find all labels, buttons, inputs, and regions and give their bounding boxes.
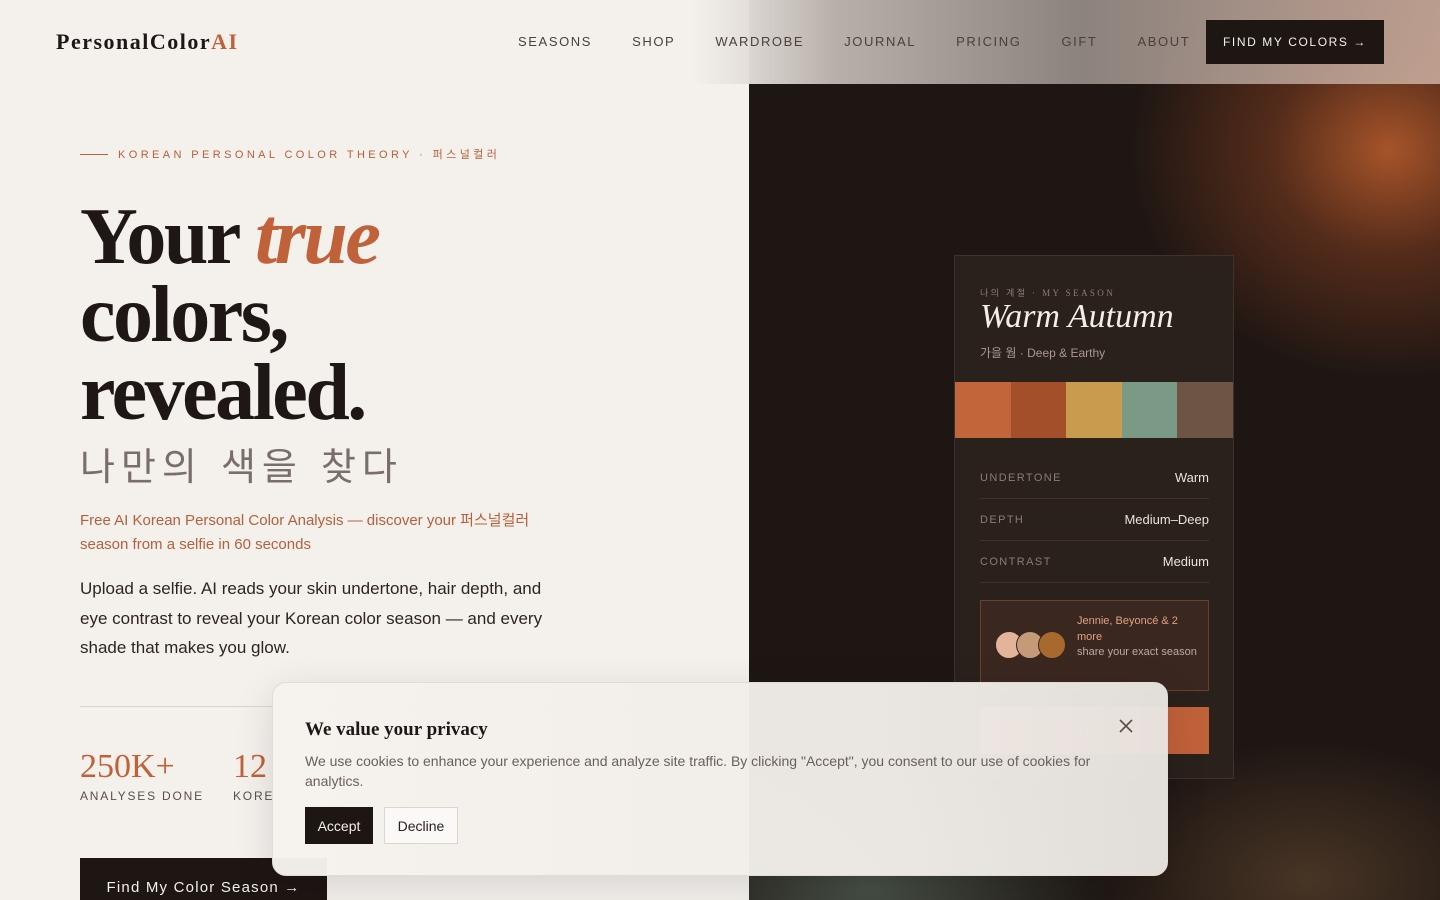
color-palette xyxy=(955,382,1233,438)
nav-link-about[interactable]: ABOUT xyxy=(1137,34,1190,49)
nav-link-pricing[interactable]: PRICING xyxy=(956,34,1021,49)
color-swatch xyxy=(1066,382,1122,438)
season-subtitle: 가을 웜 · Deep & Earthy xyxy=(980,346,1106,360)
color-swatch xyxy=(955,382,1011,438)
attribute-value: Warm xyxy=(1174,470,1209,485)
nav-link-gift[interactable]: GIFT xyxy=(1061,34,1097,49)
cookie-text: We use cookies to enhance your experienc… xyxy=(305,753,1091,789)
stat-analyses: 250K+ ANALYSES DONE xyxy=(80,748,204,803)
color-swatch xyxy=(1177,382,1233,438)
color-swatch xyxy=(1010,382,1067,438)
attribute-row-depth: DEPTH Medium–Deep xyxy=(980,499,1209,541)
nav-link-wardrobe[interactable]: WARDROBE xyxy=(715,34,804,49)
stat-value: 250K+ xyxy=(80,748,175,785)
find-my-colors-button[interactable]: FIND MY COLORS → xyxy=(1206,20,1384,64)
cookie-consent-dialog: We value your privacy We use cookies to … xyxy=(272,682,1168,876)
stat-label: KORE xyxy=(233,789,275,803)
avatar xyxy=(1038,631,1066,659)
eyebrow-line xyxy=(80,153,108,155)
stat-korean-seasons: 12 KORE xyxy=(233,748,274,803)
color-swatch xyxy=(1121,382,1178,438)
logo-text: PersonalColor xyxy=(56,29,212,54)
nav-link-seasons[interactable]: SEASONS xyxy=(518,34,592,49)
attribute-row-contrast: CONTRAST Medium xyxy=(980,541,1209,583)
celebrity-text: Jennie, Beyoncé & 2 more share your exac… xyxy=(1077,614,1197,661)
celebrity-caption: share your exact season xyxy=(1077,646,1197,658)
eyebrow-text: KOREAN PERSONAL COLOR THEORY · 퍼스널컬러 xyxy=(118,149,501,161)
attribute-value: Medium–Deep xyxy=(1124,512,1209,527)
attribute-label: CONTRAST xyxy=(980,555,1052,568)
hero-headline: Your true colors, revealed. xyxy=(80,197,680,433)
nav-link-shop[interactable]: SHOP xyxy=(632,34,675,49)
close-icon[interactable] xyxy=(1115,715,1137,737)
cookie-title: We value your privacy xyxy=(305,719,488,740)
season-title: Warm Autumn xyxy=(980,298,1174,335)
hero-lede: Free AI Korean Personal Color Analysis —… xyxy=(80,512,530,553)
celebrity-avatars xyxy=(995,631,1067,661)
stat-value: 12 xyxy=(233,748,267,785)
headline-line-3: revealed. xyxy=(80,349,367,437)
stat-label: ANALYSES DONE xyxy=(80,789,204,803)
logo-accent: AI xyxy=(211,29,239,54)
headline-accent: true xyxy=(254,193,381,281)
headline-word-your: Your xyxy=(80,193,240,281)
celebrity-names: Jennie, Beyoncé & 2 more xyxy=(1077,615,1178,643)
hero-body-copy: Upload a selfie. AI reads your skin unde… xyxy=(80,579,543,657)
top-navigation: PersonalColorAI SEASONS SHOP WARDROBE JO… xyxy=(0,0,1440,84)
celebrity-match: Jennie, Beyoncé & 2 more share your exac… xyxy=(980,600,1209,691)
attribute-label: UNDERTONE xyxy=(980,471,1062,484)
decline-button[interactable]: Decline xyxy=(384,807,458,844)
nav-links: SEASONS SHOP WARDROBE JOURNAL PRICING GI… xyxy=(518,34,1230,49)
hero-korean-subtitle: 나만의 색을 찾다 xyxy=(80,445,403,489)
headline-line-2: colors, xyxy=(80,271,289,359)
hero-eyebrow: KOREAN PERSONAL COLOR THEORY · 퍼스널컬러 xyxy=(80,146,500,162)
attribute-label: DEPTH xyxy=(980,513,1025,526)
nav-link-journal[interactable]: JOURNAL xyxy=(844,34,916,49)
attribute-value: Medium xyxy=(1162,554,1209,569)
attribute-row-undertone: UNDERTONE Warm xyxy=(980,457,1209,499)
logo[interactable]: PersonalColorAI xyxy=(56,29,239,55)
accept-button[interactable]: Accept xyxy=(305,807,373,844)
